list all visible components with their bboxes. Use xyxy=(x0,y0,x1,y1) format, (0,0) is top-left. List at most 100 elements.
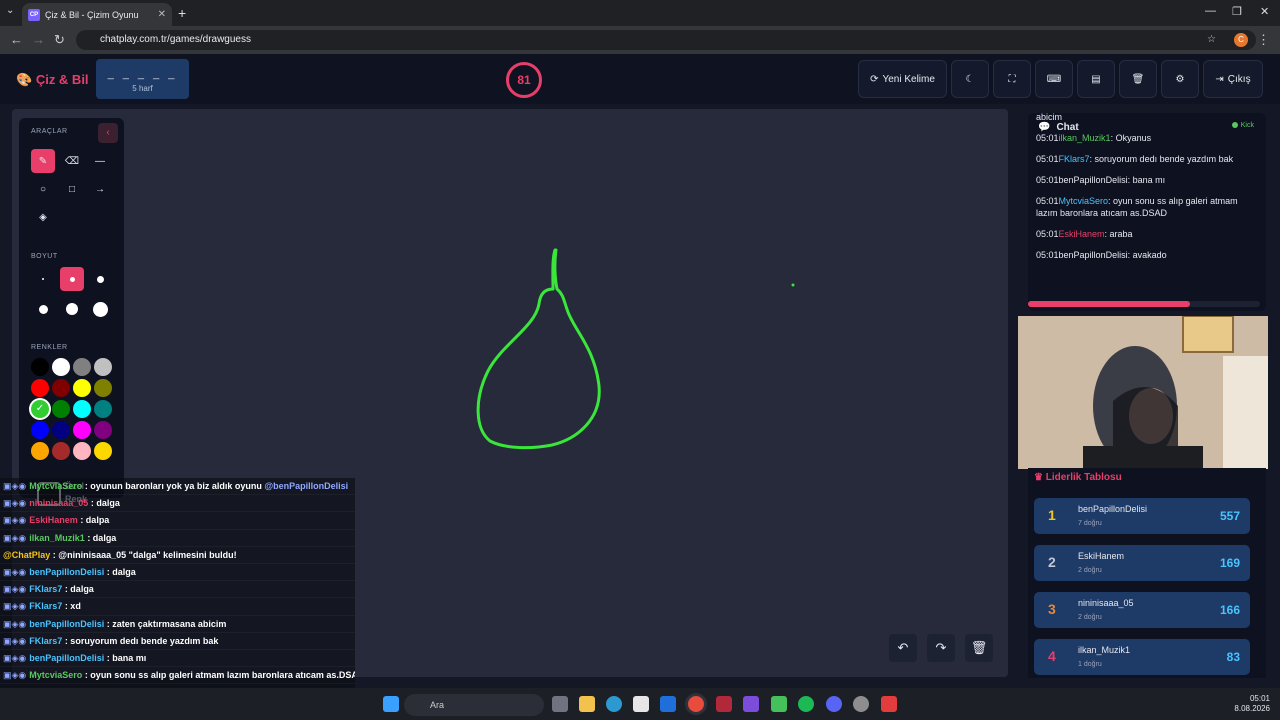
stream-chat-line: ▣◈◉ nininisaaa_05 : dalga xyxy=(0,495,355,513)
collapse-panel-button[interactable]: ‹ xyxy=(98,123,118,143)
color-swatch[interactable] xyxy=(94,358,112,376)
new-word-button[interactable]: ⟳ Yeni Kelime xyxy=(858,60,947,98)
color-swatch[interactable] xyxy=(73,358,91,376)
color-swatch[interactable] xyxy=(94,442,112,460)
color-swatch[interactable] xyxy=(52,400,70,418)
stream-chat-text: : dalga xyxy=(106,566,136,577)
leaderboard-score: 557 xyxy=(1219,509,1240,523)
reload-icon[interactable]: ↻ xyxy=(54,32,65,48)
keyboard-icon: ⌨ xyxy=(1046,73,1062,85)
brush-size-1[interactable] xyxy=(31,267,55,291)
start-icon[interactable] xyxy=(383,696,399,712)
color-swatch[interactable] xyxy=(52,379,70,397)
color-swatch[interactable] xyxy=(52,442,70,460)
color-swatch[interactable] xyxy=(31,379,49,397)
minimize-icon[interactable]: — xyxy=(1205,5,1216,17)
obs-icon[interactable] xyxy=(853,696,869,712)
brush-size-6[interactable] xyxy=(88,297,112,321)
leaderboard-row: 1 benPapillonDelisi 7 doğru 557 xyxy=(1034,498,1250,534)
app-icon-2[interactable] xyxy=(743,696,759,712)
color-swatch[interactable] xyxy=(94,421,112,439)
settings-button[interactable]: ⚙ xyxy=(1161,60,1199,98)
mail-icon[interactable] xyxy=(660,696,676,712)
badge-icon: ▣◈◉ xyxy=(3,566,27,577)
maximize-icon[interactable]: ❐ xyxy=(1232,5,1242,18)
exit-button[interactable]: ⇥ Çıkış xyxy=(1203,60,1263,98)
color-swatch[interactable]: ✓ xyxy=(31,400,49,418)
circle-tool[interactable]: ○ xyxy=(31,177,55,201)
chat-text: : araba xyxy=(1104,229,1133,239)
bookmark-star-icon[interactable]: ☆ xyxy=(1207,30,1216,50)
fullscreen-button[interactable]: ⛶ xyxy=(993,60,1031,98)
pencil-tool[interactable]: ✎ xyxy=(31,149,55,173)
forward-icon[interactable]: → xyxy=(32,32,45,47)
tab-search-icon[interactable]: ⌄ xyxy=(6,5,14,16)
undo-button[interactable]: ↶ xyxy=(889,634,917,662)
close-window-icon[interactable]: ✕ xyxy=(1260,5,1269,18)
dark-mode-button[interactable]: ☾ xyxy=(951,60,989,98)
chat-username[interactable]: FKlars7 xyxy=(1059,154,1090,164)
arrow-tool[interactable]: → xyxy=(88,177,112,201)
chat-username[interactable]: ilkan_Muzik1 xyxy=(1059,133,1111,143)
color-swatch[interactable] xyxy=(31,358,49,376)
chat-username[interactable]: EskiHanem xyxy=(1059,229,1105,239)
discord-icon[interactable] xyxy=(826,696,842,712)
archive-button[interactable]: ▤ xyxy=(1077,60,1115,98)
color-swatch[interactable] xyxy=(31,442,49,460)
color-swatch[interactable] xyxy=(94,400,112,418)
color-swatch[interactable] xyxy=(52,358,70,376)
stream-chat-username: FKlars7 xyxy=(29,584,65,595)
app-icon-1[interactable] xyxy=(716,696,732,712)
color-swatch[interactable] xyxy=(31,421,49,439)
color-swatch[interactable] xyxy=(73,421,91,439)
close-tab-icon[interactable]: ✕ xyxy=(158,9,166,20)
leaderboard-hits: 2 doğru xyxy=(1078,567,1102,574)
spotify-icon[interactable] xyxy=(798,696,814,712)
app-icon-3[interactable] xyxy=(881,696,897,712)
new-tab-icon[interactable]: + xyxy=(178,5,186,21)
fill-tool[interactable]: ◈ xyxy=(31,205,55,229)
color-swatch[interactable] xyxy=(73,442,91,460)
keyboard-button[interactable]: ⌨ xyxy=(1035,60,1073,98)
chat-message: 05:01benPapillonDelisi: avakado xyxy=(1036,249,1260,261)
stream-chat-username: MytcviaSero xyxy=(29,481,85,491)
brush-size-4[interactable] xyxy=(31,297,55,321)
chrome-icon[interactable] xyxy=(688,696,704,712)
taskbar-search[interactable]: Ara xyxy=(404,694,544,716)
size-section-title: BOYUT xyxy=(31,253,58,260)
color-swatch[interactable] xyxy=(73,400,91,418)
brush-size-3[interactable] xyxy=(88,267,112,291)
file-explorer-icon[interactable] xyxy=(579,696,595,712)
browser-tab[interactable]: CP Çiz & Bil - Çizim Oyunu ✕ xyxy=(22,3,172,26)
trash-icon: 🗑 xyxy=(1131,73,1145,85)
chat-text: : Okyanus xyxy=(1110,133,1152,143)
task-view-icon[interactable] xyxy=(552,696,568,712)
webcam-overlay xyxy=(1018,316,1268,469)
chat-username[interactable]: benPapillonDelisi xyxy=(1059,250,1128,260)
system-clock[interactable]: 05:01 8.08.2026 xyxy=(1234,694,1270,714)
leaderboard: ♛ Liderlik Tablosu 1 benPapillonDelisi 7 d… xyxy=(1028,468,1266,678)
brush-size-2[interactable] xyxy=(60,267,84,291)
store-icon[interactable] xyxy=(633,696,649,712)
chat-message-list[interactable]: abicim 05:01ilkan_Muzik1: Okyanus 05:01FKl… xyxy=(1036,113,1260,270)
back-icon[interactable]: ← xyxy=(10,32,23,47)
color-swatch[interactable] xyxy=(73,379,91,397)
kick-icon[interactable] xyxy=(771,696,787,712)
chat-username[interactable]: benPapillonDelisi xyxy=(1059,175,1128,185)
color-swatch[interactable] xyxy=(52,421,70,439)
chat-username[interactable]: MytcviaSero xyxy=(1059,196,1109,206)
size-dot-icon xyxy=(96,275,104,283)
delete-button[interactable]: 🗑 xyxy=(1119,60,1157,98)
profile-avatar[interactable]: C xyxy=(1234,33,1248,47)
leaderboard-name: benPapillonDelisi xyxy=(1078,504,1148,514)
clear-canvas-button[interactable]: 🗑 xyxy=(965,634,993,662)
brush-size-5[interactable] xyxy=(60,297,84,321)
browser-menu-icon[interactable]: ⋮ xyxy=(1257,32,1270,48)
eraser-tool[interactable]: ⌫ xyxy=(60,149,84,173)
redo-button[interactable]: ↷ xyxy=(927,634,955,662)
edge-icon[interactable] xyxy=(606,696,622,712)
address-bar[interactable]: chatplay.com.tr/games/drawguess ☆ C xyxy=(76,30,1256,50)
color-swatch[interactable] xyxy=(94,379,112,397)
line-tool[interactable]: — xyxy=(88,149,112,173)
rectangle-tool[interactable]: □ xyxy=(60,177,84,201)
